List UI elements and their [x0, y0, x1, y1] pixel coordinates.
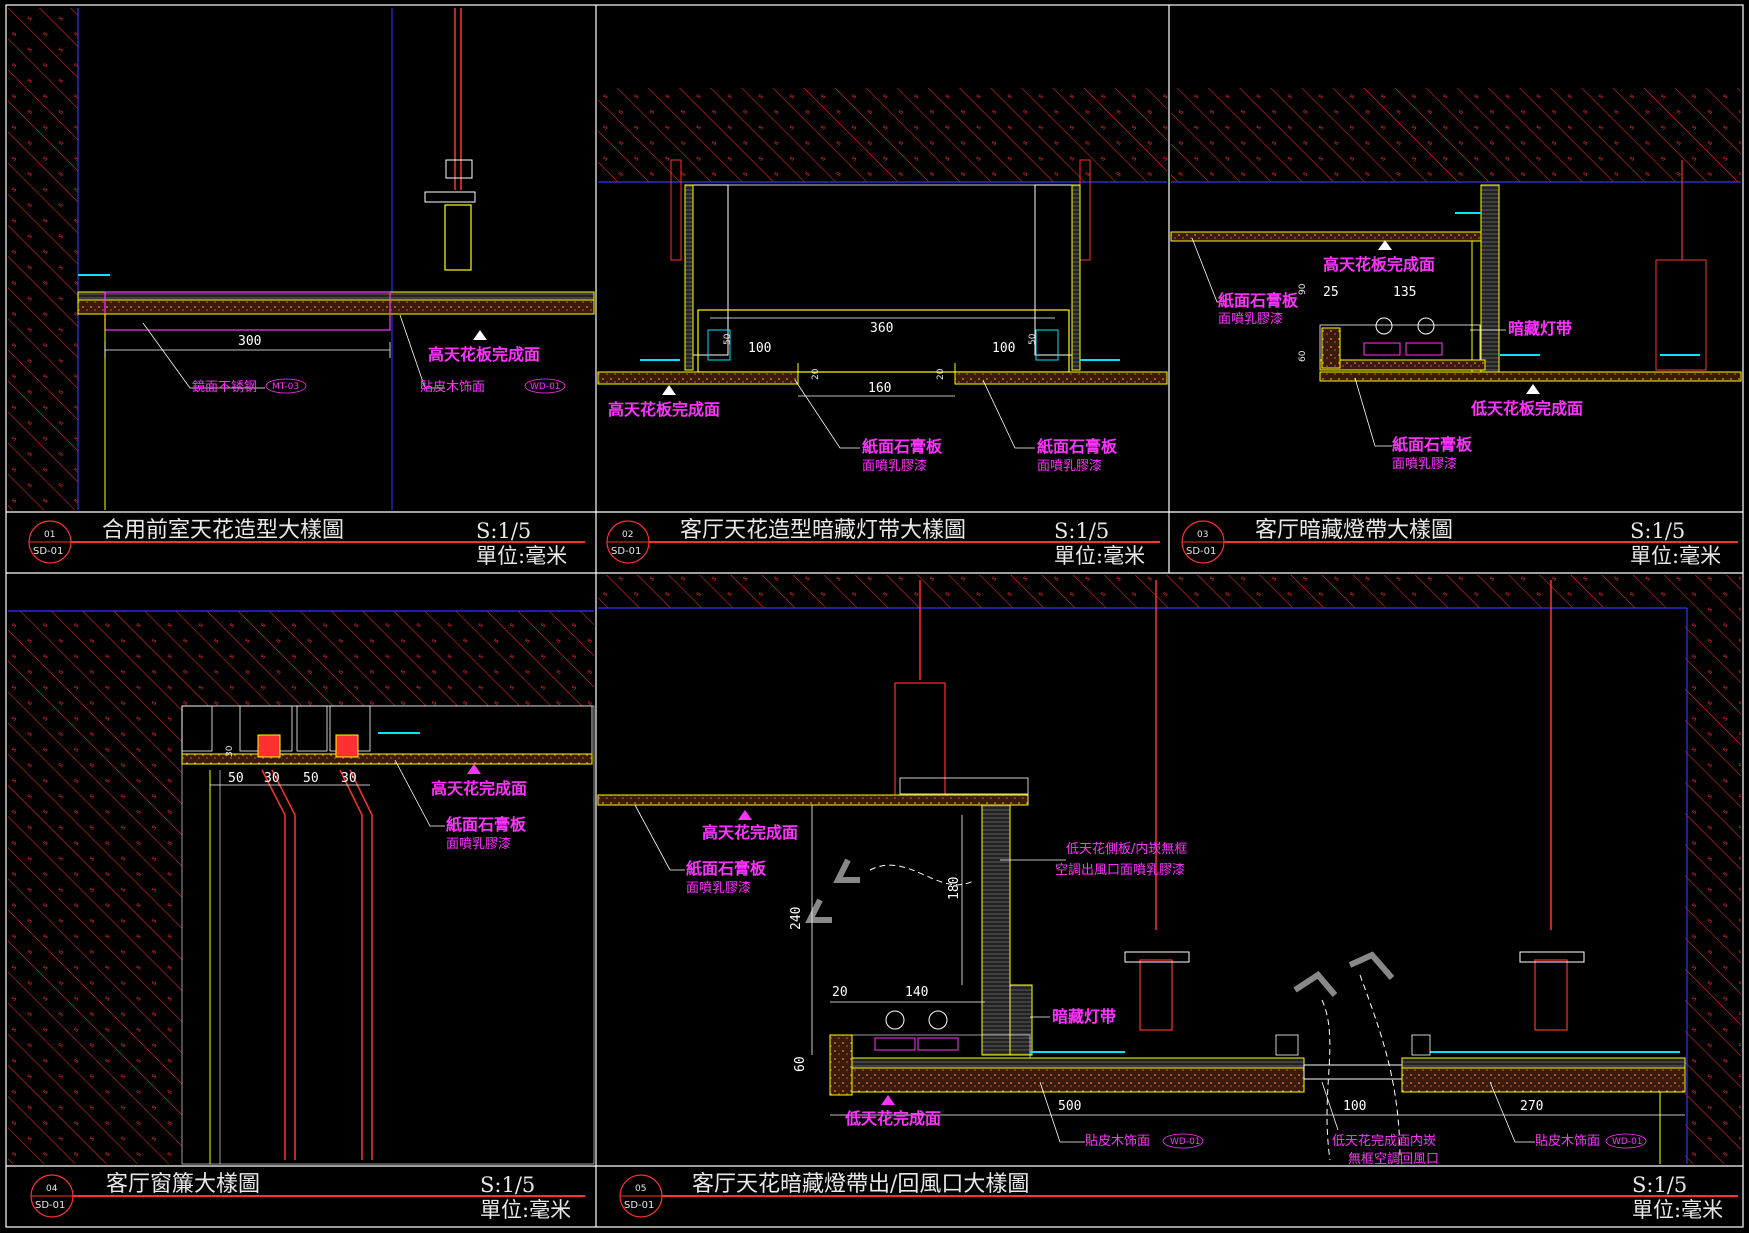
p5-side-panel: 低天花側板/内崁無框: [1066, 841, 1187, 857]
p3-dim-60: 60: [1298, 350, 1308, 362]
panel-03-unit: 單位:毫米: [1630, 544, 1721, 568]
p3-gypsum2: 紙面石膏板: [1392, 435, 1473, 454]
p3-gypsum: 紙面石膏板: [1218, 291, 1299, 310]
p4-dim-30b: 30: [341, 771, 357, 786]
panel-03-number: 03: [1197, 530, 1208, 540]
p5-wood-a: 貼皮木饰面: [1085, 1134, 1150, 1149]
panel-01-number: 01: [44, 530, 55, 540]
p2-dim-50a: 50: [723, 333, 733, 345]
title-block-05: 05 SD-01 客厅天花暗藏燈帶出/回風口大樣圖 S:1/5 單位:毫米: [619, 1172, 1738, 1222]
p4-paint: 面噴乳膠漆: [446, 836, 511, 852]
p5-vent-out: 空調出風口面噴乳膠漆: [1055, 862, 1185, 878]
p2-dim-20b: 20: [936, 368, 946, 380]
panel-04-unit: 單位:毫米: [480, 1198, 571, 1222]
p5-dim-60: 60: [793, 1056, 808, 1072]
p2-gypsum-b: 紙面石膏板: [1037, 437, 1118, 456]
p2-dim-100a: 100: [748, 341, 771, 356]
panel-03-title: 客厅暗藏燈帶大樣圖: [1255, 518, 1453, 543]
p1-mirror-steel-label: 鏡面不锈钢: [192, 380, 257, 395]
p1-wd-tag: WD-01: [530, 382, 561, 392]
p1-dim-300: 300: [238, 334, 261, 349]
p5-dim-140: 140: [905, 985, 928, 1000]
p3-dim-135: 135: [1393, 285, 1416, 300]
p4-dim-50b: 50: [303, 771, 319, 786]
panel-04-number: 04: [46, 1184, 58, 1194]
p3-paint2: 面噴乳膠漆: [1392, 456, 1457, 472]
panel-05-title: 客厅天花暗藏燈帶出/回風口大樣圖: [692, 1172, 1029, 1197]
drawing-sheet: s: [5, 4, 1744, 1228]
p2-dim-50b: 50: [1028, 333, 1038, 345]
p4-gypsum: 紙面石膏板: [446, 815, 527, 834]
panel-04-code: SD-01: [35, 1200, 65, 1211]
p5-return-a: 低天花完成面内崁: [1332, 1133, 1436, 1149]
panel-01-code: SD-01: [33, 546, 63, 557]
p5-gypsum: 紙面石膏板: [686, 859, 767, 878]
p5-wood-b: 貼皮木饰面: [1535, 1134, 1600, 1149]
p5-dim-270: 270: [1520, 1099, 1543, 1114]
panel-01-scale: S:1/5: [476, 519, 531, 543]
p3-dim-25: 25: [1323, 285, 1339, 300]
p2-paint-b: 面噴乳膠漆: [1037, 458, 1102, 474]
p2-high-ceiling-label: 高天花板完成面: [608, 400, 720, 419]
panel-05-code: SD-01: [624, 1200, 654, 1211]
p2-dim-160: 160: [868, 381, 891, 396]
panel-02-scale: S:1/5: [1054, 519, 1109, 543]
title-block-01: 01 SD-01 合用前室天花造型大樣圖 S:1/5 單位:毫米: [28, 518, 585, 568]
panel-03-drawing: 25 135 90 60 高天花板完成面 紙面石膏板 面噴乳膠漆 暗藏灯带 低天…: [1170, 88, 1742, 472]
panel-02-unit: 單位:毫米: [1054, 544, 1145, 568]
p3-dim-90: 90: [1298, 283, 1308, 295]
panel-03-scale: S:1/5: [1630, 519, 1685, 543]
panel-02-title: 客厅天花造型暗藏灯带大樣圖: [680, 518, 966, 543]
panel-01-drawing: 300 高天花板完成面 鏡面不锈钢 MT-03 貼皮木饰面 WD-01: [8, 8, 595, 510]
panel-05-drawing: 240 180 20 140 60 500 100 270 高天花完成面 紙面石…: [597, 575, 1741, 1167]
p4-dim-50a: 50: [228, 771, 244, 786]
p1-mt-tag: MT-03: [272, 382, 299, 392]
p5-dim-240: 240: [789, 907, 804, 930]
p3-paint: 面噴乳膠漆: [1218, 311, 1283, 327]
p4-dim-30c: 30: [225, 745, 235, 757]
panel-02-number: 02: [622, 530, 633, 540]
p1-high-ceiling-label: 高天花板完成面: [428, 345, 540, 364]
p2-paint-a: 面噴乳膠漆: [862, 458, 927, 474]
panel-05-number: 05: [635, 1184, 646, 1194]
p5-hidden-light: 暗藏灯带: [1052, 1007, 1116, 1026]
title-block-04: 04 SD-01 客厅窗簾大樣圖 S:1/5 單位:毫米: [30, 1172, 585, 1222]
p5-low-ceiling-label: 低天花完成面: [844, 1109, 941, 1128]
panel-03-code: SD-01: [1186, 546, 1216, 557]
p5-paint: 面噴乳膠漆: [686, 880, 751, 896]
p4-dim-30a: 30: [264, 771, 280, 786]
p5-wd-b: WD-01: [1612, 1137, 1643, 1147]
p5-dim-100: 100: [1343, 1099, 1366, 1114]
p2-dim-100b: 100: [992, 341, 1015, 356]
title-block-03: 03 SD-01 客厅暗藏燈帶大樣圖 S:1/5 單位:毫米: [1181, 518, 1738, 568]
p3-high-ceiling-label: 高天花板完成面: [1323, 255, 1435, 274]
p5-high-ceiling-label: 高天花完成面: [702, 823, 798, 842]
p5-dim-20: 20: [832, 985, 848, 1000]
panel-05-unit: 單位:毫米: [1632, 1198, 1723, 1222]
p5-dim-500: 500: [1058, 1099, 1081, 1114]
panel-01-unit: 單位:毫米: [476, 544, 567, 568]
p5-dim-180: 180: [947, 877, 962, 900]
p1-wood-label: 貼皮木饰面: [420, 380, 485, 395]
p3-hidden-light: 暗藏灯带: [1508, 319, 1572, 338]
panel-04-scale: S:1/5: [480, 1173, 535, 1197]
p4-high-ceiling-label: 高天花完成面: [431, 779, 527, 798]
p5-return-b: 無框空調回風口: [1348, 1152, 1439, 1167]
panel-02-drawing: 360 100 100 50 50 20 20 160 高天花板完成面 紙面石膏…: [597, 88, 1168, 474]
p3-low-ceiling-label: 低天花板完成面: [1470, 399, 1583, 418]
p5-wd-a: WD-01: [1170, 1137, 1201, 1147]
p2-gypsum-a: 紙面石膏板: [862, 437, 943, 456]
title-block-02: 02 SD-01 客厅天花造型暗藏灯带大樣圖 S:1/5 單位:毫米: [606, 518, 1160, 568]
panel-05-scale: S:1/5: [1632, 1173, 1687, 1197]
p2-dim-20a: 20: [811, 368, 821, 380]
panel-04-title: 客厅窗簾大樣圖: [106, 1172, 260, 1197]
panel-02-code: SD-01: [611, 546, 641, 557]
panel-01-title: 合用前室天花造型大樣圖: [102, 518, 344, 543]
p2-dim-360: 360: [870, 321, 893, 336]
panel-04-drawing: 50 30 50 30 30 高天花完成面 紙面石膏板 面噴乳膠漆: [8, 610, 595, 1165]
